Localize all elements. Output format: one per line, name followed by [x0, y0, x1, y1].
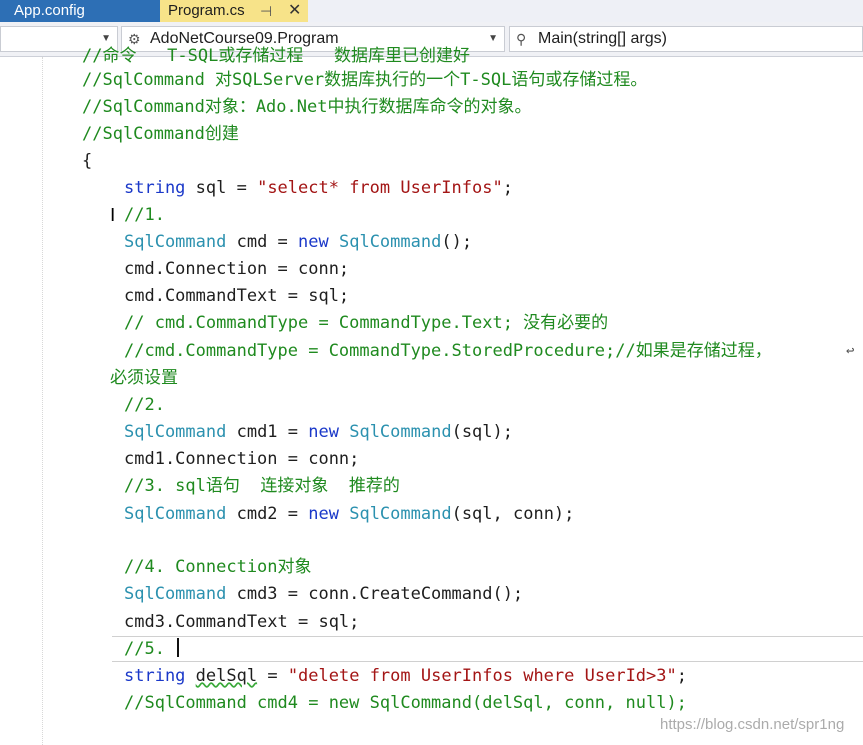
code-token: cmd2 =: [226, 504, 309, 524]
comment-token: //5.: [124, 639, 176, 659]
code-line-14: SqlCommand cmd1 = new SqlCommand(sql);: [124, 421, 513, 445]
string-token: "delete from UserInfos where UserId>3": [287, 666, 677, 686]
string-token: "select* from UserInfos": [257, 178, 503, 198]
indent-guide: [42, 57, 43, 745]
code-line-19: SqlCommand cmd3 = conn.CreateCommand();: [124, 583, 523, 607]
type-token: SqlCommand: [349, 504, 452, 524]
code-line-1: //SqlCommand 对SQLServer数据库执行的一个T-SQL语句或存…: [82, 70, 648, 90]
keyword-token: new: [298, 232, 329, 252]
text-cursor-icon: I: [110, 205, 116, 226]
code-token: sql =: [185, 178, 258, 198]
watermark: https://blog.csdn.net/spr1ng: [660, 716, 845, 733]
word-wrap-icon: ↩: [846, 343, 855, 359]
code-line-12: 必须设置: [110, 368, 178, 388]
method-icon: ⚲: [516, 31, 527, 47]
code-line-8: cmd.Connection = conn;: [124, 259, 350, 279]
code-line-0: //命令 T-SQL或存储过程 数据库里已创建好: [82, 46, 471, 66]
type-token: SqlCommand: [349, 422, 452, 442]
code-token: ();: [441, 232, 473, 252]
code-line-23: //SqlCommand cmd4 = new SqlCommand(delSq…: [124, 693, 687, 713]
document-tab-bar: App.config Program.cs ⊣ ✕: [0, 0, 863, 22]
code-line-20: cmd3.CommandText = sql;: [124, 612, 360, 632]
code-line-16: //3. sql语句 连接对象 推荐的: [124, 476, 400, 496]
text-caret: [177, 638, 180, 657]
code-editor[interactable]: //命令 T-SQL或存储过程 数据库里已创建好 //SqlCommand 对S…: [0, 46, 863, 745]
code-token: =: [257, 666, 288, 686]
code-token: (sql);: [451, 422, 513, 442]
code-token: (sql, conn);: [451, 504, 575, 524]
keyword-token: string: [124, 666, 186, 686]
tab-app-config[interactable]: App.config: [0, 0, 160, 22]
tab-app-config-label: App.config: [14, 2, 85, 19]
variable-token: delSql: [195, 666, 258, 686]
keyword-token: new: [308, 504, 339, 524]
code-token: ;: [502, 178, 513, 198]
pin-icon[interactable]: ⊣: [260, 0, 272, 22]
close-icon[interactable]: ✕: [288, 0, 301, 22]
chevron-down-icon: ▼: [488, 33, 498, 44]
code-line-6: //1.: [124, 205, 165, 225]
code-line-10: // cmd.CommandType = CommandType.Text; 没…: [124, 313, 609, 333]
member-dropdown[interactable]: ⚲ Main(string[] args): [509, 26, 863, 52]
code-line-3: //SqlCommand创建: [82, 124, 239, 144]
code-token: cmd =: [226, 232, 299, 252]
keyword-token: string: [124, 178, 186, 198]
code-line-4: {: [82, 151, 93, 171]
code-line-13: //2.: [124, 395, 165, 415]
type-token: SqlCommand: [124, 422, 227, 442]
code-token: cmd3 = conn.CreateCommand();: [226, 584, 524, 604]
code-line-21: //5.: [124, 638, 180, 662]
code-token: ;: [676, 666, 687, 686]
code-line-5: string sql = "select* from UserInfos";: [124, 177, 513, 201]
code-line-11: //cmd.CommandType = CommandType.StoredPr…: [124, 341, 772, 361]
code-line-18: //4. Connection对象: [124, 557, 312, 577]
code-line-7: SqlCommand cmd = new SqlCommand();: [124, 231, 472, 255]
code-line-17: SqlCommand cmd2 = new SqlCommand(sql, co…: [124, 503, 574, 527]
type-token: SqlCommand: [338, 232, 442, 252]
type-token: SqlCommand: [124, 504, 227, 524]
code-line-15: cmd1.Connection = conn;: [124, 449, 360, 469]
member-dropdown-label: Main(string[] args): [538, 30, 667, 47]
code-token: cmd1 =: [226, 422, 309, 442]
tab-program-cs-label: Program.cs: [168, 2, 245, 19]
tab-program-cs[interactable]: Program.cs ⊣ ✕: [160, 0, 308, 22]
code-line-2: //SqlCommand对象：Ado.Net中执行数据库命令的对象。: [82, 97, 532, 117]
code-line-22: string delSql = "delete from UserInfos w…: [124, 665, 687, 689]
keyword-token: new: [308, 422, 339, 442]
current-line-highlight: [112, 636, 863, 662]
code-line-9: cmd.CommandText = sql;: [124, 286, 350, 306]
type-token: SqlCommand: [124, 232, 227, 252]
type-token: SqlCommand: [124, 584, 227, 604]
